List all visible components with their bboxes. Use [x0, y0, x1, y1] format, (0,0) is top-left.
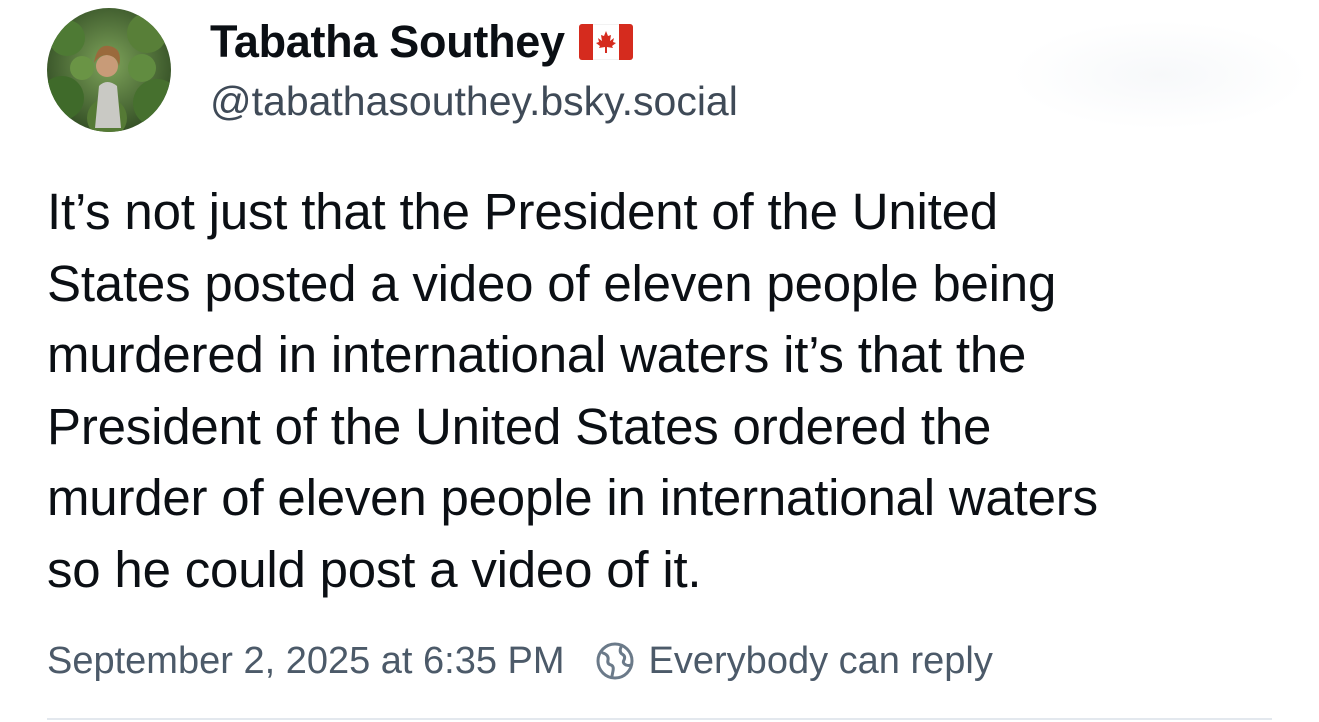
author-display-name[interactable]: Tabatha Southey: [210, 16, 565, 68]
divider: [47, 718, 1272, 720]
reply-setting-button[interactable]: Everybody can reply: [595, 640, 993, 683]
reply-setting-label: Everybody can reply: [648, 639, 993, 682]
post-card: Tabatha Southey @tabathasouthey.bsky.soc…: [0, 0, 1319, 722]
author-name-row: Tabatha Southey: [210, 14, 634, 70]
post-meta-row: September 2, 2025 at 6:35 PM Everybody c…: [47, 636, 993, 686]
post-timestamp[interactable]: September 2, 2025 at 6:35 PM: [47, 640, 565, 683]
canada-flag-icon: [578, 23, 634, 61]
author-avatar[interactable]: [47, 8, 171, 132]
globe-icon: [595, 641, 635, 681]
post-text: It’s not just that the President of the …: [47, 183, 1098, 598]
author-handle[interactable]: @tabathasouthey.bsky.social: [210, 78, 738, 125]
avatar-photo-icon: [47, 8, 171, 132]
faded-background-artifact: [1010, 20, 1310, 130]
